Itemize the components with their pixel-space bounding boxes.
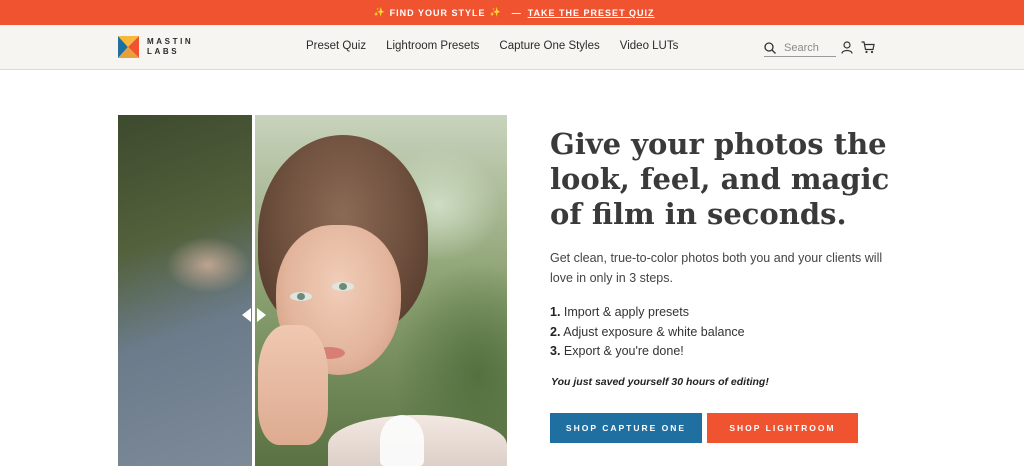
- announcement-bar: ✨ FIND YOUR STYLE ✨ — TAKE THE PRESET QU…: [0, 0, 1024, 25]
- steps-list: 1. Import & apply presets 2. Adjust expo…: [550, 303, 745, 362]
- logo-line-2: LABS: [147, 47, 180, 56]
- logo[interactable]: MASTIN LABS: [118, 36, 193, 58]
- shop-capture-one-button[interactable]: SHOP CAPTURE ONE: [550, 413, 702, 443]
- comparison-divider[interactable]: [252, 115, 255, 466]
- step-item: 2. Adjust exposure & white balance: [550, 323, 745, 343]
- logo-mark-icon: [118, 36, 139, 58]
- shop-lightroom-button[interactable]: SHOP LIGHTROOM: [707, 413, 858, 443]
- announcement-text: FIND YOUR STYLE: [389, 7, 486, 18]
- step-text: Import & apply presets: [563, 305, 689, 319]
- hero-photo-veil: [380, 415, 424, 466]
- hero-photo-eye: [290, 292, 312, 301]
- sparkle-icon: ✨: [373, 7, 386, 17]
- before-after-image[interactable]: [118, 115, 507, 466]
- search-icon[interactable]: [764, 42, 776, 54]
- step-item: 1. Import & apply presets: [550, 303, 745, 323]
- step-number: 3.: [550, 344, 561, 358]
- announcement-separator: —: [511, 7, 522, 18]
- before-image-pane: [118, 115, 253, 466]
- step-text: Export & you're done!: [563, 344, 684, 358]
- sparkle-icon: ✨: [489, 7, 502, 17]
- step-number: 2.: [550, 324, 561, 339]
- nav-preset-quiz[interactable]: Preset Quiz: [306, 40, 366, 52]
- nav-lightroom-presets[interactable]: Lightroom Presets: [386, 40, 479, 52]
- account-icon[interactable]: [841, 41, 853, 54]
- main-nav: Preset Quiz Lightroom Presets Capture On…: [306, 40, 698, 52]
- step-item: 3. Export & you're done!: [550, 342, 745, 362]
- hero-photo-eye: [332, 282, 354, 291]
- site-header: MASTIN LABS Preset Quiz Lightroom Preset…: [0, 25, 1024, 70]
- nav-capture-one-styles[interactable]: Capture One Styles: [499, 40, 599, 52]
- search-input[interactable]: [784, 42, 836, 54]
- step-number: 1.: [550, 305, 561, 319]
- step-text: Adjust exposure & white balance: [563, 324, 745, 339]
- cart-icon[interactable]: [861, 41, 875, 54]
- comparison-drag-handle-icon[interactable]: [242, 308, 266, 322]
- hero-photo-hand: [258, 325, 328, 445]
- nav-video-luts[interactable]: Video LUTs: [620, 40, 679, 52]
- saved-hours-note: You just saved yourself 30 hours of edit…: [551, 376, 769, 388]
- hero-headline: Give your photos the look, feel, and mag…: [550, 127, 890, 231]
- search-box[interactable]: [764, 40, 836, 57]
- hero-subtext: Get clean, true-to-color photos both you…: [550, 251, 883, 285]
- logo-text: MASTIN LABS: [147, 37, 193, 57]
- preset-quiz-link[interactable]: TAKE THE PRESET QUIZ: [528, 8, 655, 18]
- logo-line-1: MASTIN: [147, 37, 194, 46]
